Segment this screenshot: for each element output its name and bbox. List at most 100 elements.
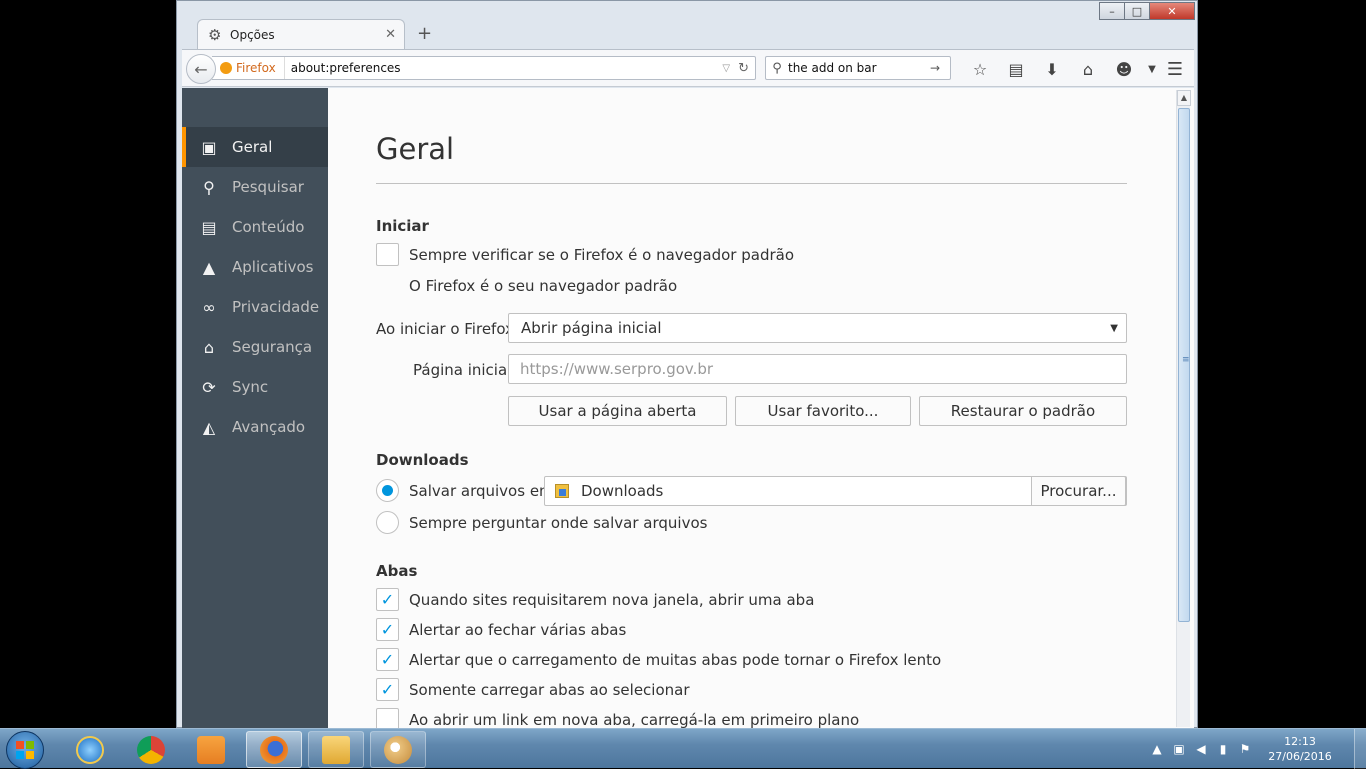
scrollbar-thumb[interactable]: ≡ <box>1178 108 1190 622</box>
sidebar-item-label: Segurança <box>232 338 313 356</box>
sidebar-item-general[interactable]: ▣ Geral <box>182 127 328 167</box>
firefox-window: – □ ✕ ⚙ Opções ✕ + Firefox about:prefere… <box>176 0 1198 729</box>
close-tab-icon[interactable]: ✕ <box>385 27 396 42</box>
always-ask-radio[interactable] <box>376 511 399 534</box>
windows-taskbar: ▲ ▣ ◀ ▮ ⚑ 12:13 27/06/2016 <box>0 728 1366 769</box>
always-ask-row[interactable]: Sempre perguntar onde salvar arquivos <box>376 511 707 534</box>
use-bookmark-button[interactable]: Usar favorito... <box>735 396 911 426</box>
search-input[interactable]: the add on bar <box>788 61 930 75</box>
sidebar-item-label: Aplicativos <box>232 258 314 276</box>
toolbar-buttons: ☆ ▤ ⬇ ⌂ ☻ ▼ <box>962 50 1162 88</box>
tab-option-row[interactable]: ✓ Alertar que o carregamento de muitas a… <box>376 648 941 671</box>
save-to-row[interactable]: Salvar arquivos em: <box>376 479 559 502</box>
tab-option-row[interactable]: ✓ Somente carregar abas ao selecionar <box>376 678 690 701</box>
media-player-icon[interactable] <box>183 731 239 768</box>
tab-option-row[interactable]: Ao abrir um link em nova aba, carregá-la… <box>376 708 859 729</box>
tab-option-checkbox[interactable]: ✓ <box>376 618 399 641</box>
chrome-icon[interactable] <box>123 731 179 768</box>
tab-option-row[interactable]: ✓ Quando sites requisitarem nova janela,… <box>376 588 814 611</box>
history-dropdown-icon[interactable]: ▽ <box>722 63 730 74</box>
general-pane: Geral Iniciar Sempre verificar se o Fire… <box>376 88 1128 729</box>
identity-box[interactable]: Firefox <box>212 57 285 79</box>
paint-icon[interactable] <box>370 731 426 768</box>
grip-icon: ≡ <box>1182 355 1190 365</box>
hamburger-menu-icon[interactable]: ☰ <box>1160 54 1190 84</box>
show-desktop-button[interactable] <box>1354 729 1366 769</box>
url-text[interactable]: about:preferences <box>285 61 723 75</box>
gear-icon: ⚙ <box>208 25 222 44</box>
action-center-icon[interactable]: ⚑ <box>1234 738 1256 760</box>
on-start-select[interactable]: Abrir página inicial ▼ <box>508 313 1127 343</box>
minimize-button[interactable]: – <box>1099 2 1125 20</box>
use-current-page-button[interactable]: Usar a página aberta <box>508 396 727 426</box>
addon-dropdown-icon[interactable]: ▼ <box>1142 50 1162 88</box>
reload-icon[interactable]: ↻ <box>738 61 749 76</box>
privacy-mask-icon: ∞ <box>202 297 216 317</box>
default-browser-check-label: Sempre verificar se o Firefox é o navega… <box>409 245 795 264</box>
tab-option-label: Somente carregar abas ao selecionar <box>409 680 690 699</box>
window-controls: – □ ✕ <box>1099 2 1195 20</box>
close-window-button[interactable]: ✕ <box>1149 2 1195 20</box>
content-icon: ▤ <box>201 217 217 237</box>
tabs-heading: Abas <box>376 562 418 580</box>
download-folder-field[interactable]: Downloads Procurar... <box>544 476 1127 506</box>
identity-label: Firefox <box>236 61 276 75</box>
vertical-scrollbar[interactable]: ▲ ≡ <box>1176 90 1191 727</box>
sidebar-item-label: Conteúdo <box>232 218 305 236</box>
sidebar-item-advanced[interactable]: ◭ Avançado <box>182 407 328 447</box>
volume-muted-icon[interactable]: ◀ <box>1190 738 1212 760</box>
tab-option-checkbox[interactable] <box>376 708 399 729</box>
sidebar-item-privacy[interactable]: ∞ Privacidade <box>182 287 328 327</box>
tab-option-row[interactable]: ✓ Alertar ao fechar várias abas <box>376 618 626 641</box>
file-explorer-icon[interactable] <box>308 731 364 768</box>
sidebar-item-label: Sync <box>232 378 269 396</box>
clock-time: 12:13 <box>1284 735 1316 748</box>
page-title: Geral <box>376 132 455 166</box>
back-button[interactable]: ← <box>186 54 216 84</box>
sidebar-item-label: Avançado <box>232 418 306 436</box>
restore-default-button[interactable]: Restaurar o padrão <box>919 396 1127 426</box>
device-icon[interactable]: ▣ <box>1168 738 1190 760</box>
tab-options[interactable]: ⚙ Opções ✕ <box>197 19 405 49</box>
tab-option-checkbox[interactable]: ✓ <box>376 648 399 671</box>
new-tab-button[interactable]: + <box>417 23 432 44</box>
bookmark-star-icon[interactable]: ☆ <box>962 50 998 88</box>
show-hidden-icons-icon[interactable]: ▲ <box>1146 738 1168 760</box>
addon-icon[interactable]: ☻ <box>1106 50 1142 88</box>
network-signal-icon[interactable]: ▮ <box>1212 738 1234 760</box>
maximize-button[interactable]: □ <box>1124 2 1150 20</box>
save-to-label: Salvar arquivos em: <box>409 481 559 500</box>
navigation-toolbar: Firefox about:preferences ▽ ↻ ← ⚲ the ad… <box>182 49 1194 87</box>
sidebar-item-sync[interactable]: ⟳ Sync <box>182 367 328 407</box>
search-box[interactable]: ⚲ the add on bar → <box>765 56 951 80</box>
browse-button[interactable]: Procurar... <box>1031 476 1126 506</box>
tab-option-checkbox[interactable]: ✓ <box>376 588 399 611</box>
firefox-taskbar-icon[interactable] <box>246 731 302 768</box>
internet-explorer-icon[interactable] <box>62 731 118 768</box>
save-to-radio[interactable] <box>376 479 399 502</box>
scroll-up-icon[interactable]: ▲ <box>1177 90 1191 106</box>
home-page-label: Página inicial: <box>413 361 517 379</box>
tab-option-checkbox[interactable]: ✓ <box>376 678 399 701</box>
tab-option-label: Alertar ao fechar várias abas <box>409 620 627 639</box>
reading-list-icon[interactable]: ▤ <box>998 50 1034 88</box>
home-icon[interactable]: ⌂ <box>1070 50 1106 88</box>
default-browser-checkbox[interactable] <box>376 243 399 266</box>
sidebar-item-security[interactable]: ⌂ Segurança <box>182 327 328 367</box>
start-button[interactable] <box>6 731 44 769</box>
downloads-icon[interactable]: ⬇ <box>1034 50 1070 88</box>
home-page-input[interactable]: https://www.serpro.gov.br <box>508 354 1127 384</box>
chevron-down-icon: ▼ <box>1110 323 1118 334</box>
clock[interactable]: 12:13 27/06/2016 <box>1260 734 1340 764</box>
tab-option-label: Ao abrir um link em nova aba, carregá-la… <box>409 710 860 729</box>
url-bar[interactable]: Firefox about:preferences ▽ ↻ <box>212 56 756 80</box>
sidebar-item-applications[interactable]: ▲ Aplicativos <box>182 247 328 287</box>
sidebar-item-content[interactable]: ▤ Conteúdo <box>182 207 328 247</box>
security-icon: ⌂ <box>203 337 215 357</box>
default-browser-check-row[interactable]: Sempre verificar se o Firefox é o navega… <box>376 243 794 266</box>
title-divider <box>376 183 1127 184</box>
sidebar-item-search[interactable]: ⚲ Pesquisar <box>182 167 328 207</box>
general-icon: ▣ <box>201 137 217 157</box>
search-go-icon[interactable]: → <box>930 61 950 75</box>
default-browser-status: O Firefox é o seu navegador padrão <box>409 277 678 295</box>
